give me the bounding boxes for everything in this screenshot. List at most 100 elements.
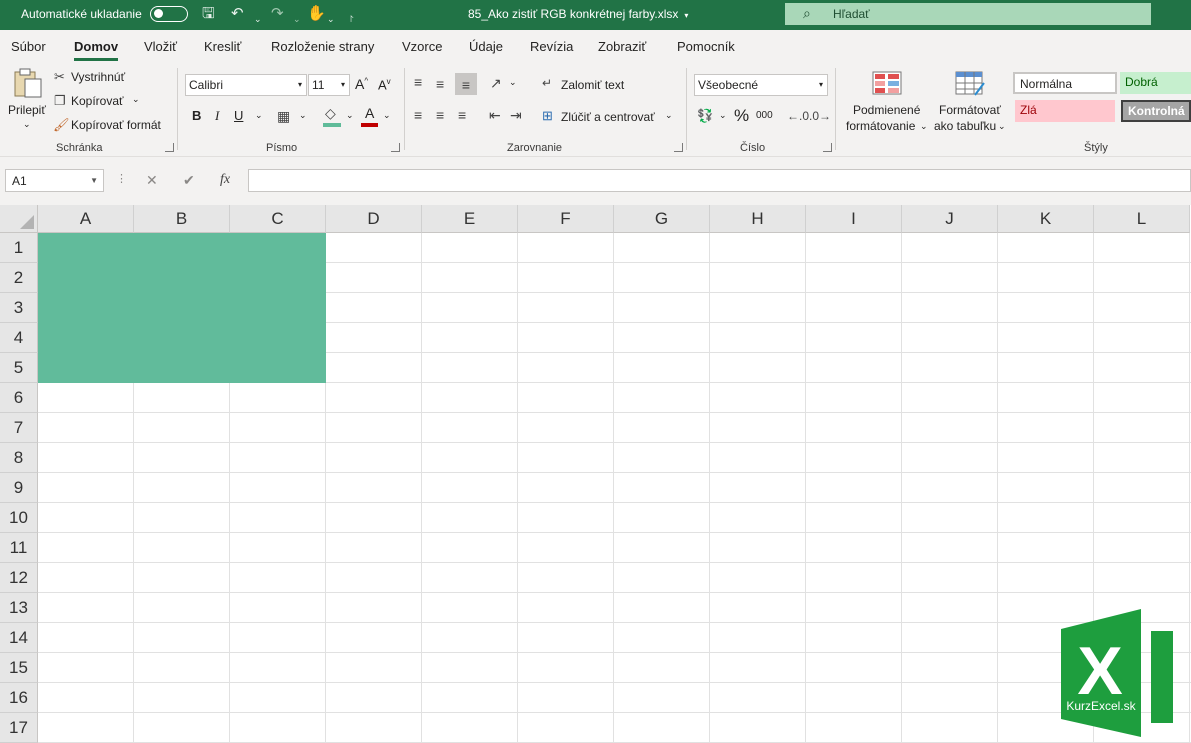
more-options-icon[interactable]: ⋮ — [116, 172, 127, 185]
tab-file[interactable]: Súbor — [11, 39, 46, 54]
thousands-button[interactable]: 000 — [756, 110, 773, 121]
align-center-icon[interactable]: ≡ — [436, 107, 444, 123]
decrease-decimal-icon[interactable]: .0→ — [809, 108, 831, 124]
row-header-14[interactable]: 14 — [0, 623, 38, 653]
font-launcher-icon[interactable] — [391, 143, 400, 152]
number-format-select[interactable]: Všeobecné ▾ — [694, 74, 828, 96]
tab-page-layout[interactable]: Rozloženie strany — [271, 39, 374, 54]
row-header-9[interactable]: 9 — [0, 473, 38, 503]
column-header-k[interactable]: K — [998, 205, 1094, 233]
style-bad[interactable]: Zlá — [1015, 100, 1115, 122]
row-header-11[interactable]: 11 — [0, 533, 38, 563]
tab-review[interactable]: Revízia — [530, 39, 573, 54]
increase-font-icon[interactable]: A^ — [355, 76, 368, 92]
row-header-1[interactable]: 1 — [0, 233, 38, 263]
decrease-font-icon[interactable]: Av — [378, 77, 391, 92]
row-header-3[interactable]: 3 — [0, 293, 38, 323]
tab-formulas[interactable]: Vzorce — [402, 39, 442, 54]
column-header-a[interactable]: A — [38, 205, 134, 233]
merge-center-button[interactable]: Zlúčiť a centrovať — [561, 110, 655, 124]
touch-mode-icon[interactable]: ✋ — [307, 4, 326, 24]
style-normal[interactable]: Normálna — [1013, 72, 1117, 94]
row-header-13[interactable]: 13 — [0, 593, 38, 623]
merge-dropdown-icon[interactable]: ⌄ — [665, 110, 673, 121]
font-name-select[interactable]: Calibri ▾ — [185, 74, 307, 96]
font-color-dropdown-icon[interactable]: ⌄ — [383, 110, 391, 121]
row-header-7[interactable]: 7 — [0, 413, 38, 443]
wrap-text-button[interactable]: Zalomiť text — [561, 78, 624, 92]
underline-dropdown-icon[interactable]: ⌄ — [255, 110, 263, 121]
save-icon[interactable]: 🖫 — [202, 4, 215, 24]
number-launcher-icon[interactable] — [823, 143, 832, 152]
row-header-8[interactable]: 8 — [0, 443, 38, 473]
document-title[interactable]: 85_Ako zistiť RGB konkrétnej farby.xlsx ▾ — [468, 7, 688, 21]
tab-draw[interactable]: Kresliť — [204, 39, 241, 54]
font-color-button[interactable]: A — [361, 105, 379, 127]
row-header-4[interactable]: 4 — [0, 323, 38, 353]
customize-toolbar-icon[interactable]: ⨡ — [350, 9, 354, 29]
formula-input[interactable] — [248, 169, 1191, 192]
cancel-icon[interactable]: ✕ — [146, 172, 158, 189]
align-bottom-icon[interactable]: ≡ — [455, 73, 477, 95]
orientation-dropdown-icon[interactable]: ⌄ — [509, 77, 517, 88]
align-right-icon[interactable]: ≡ — [458, 107, 466, 123]
tab-view[interactable]: Zobraziť — [598, 39, 646, 54]
decrease-indent-icon[interactable]: ⇤ — [489, 107, 501, 123]
italic-button[interactable]: I — [215, 108, 219, 124]
search-box[interactable]: ⌕ Hľadať — [785, 3, 1151, 25]
bold-button[interactable]: B — [192, 108, 201, 123]
underline-button[interactable]: U — [234, 108, 243, 123]
copy-dropdown-icon[interactable]: ⌄ — [132, 94, 140, 105]
redo-icon[interactable]: ↷ — [271, 4, 284, 24]
borders-icon[interactable]: ▦ — [277, 108, 290, 124]
name-box[interactable]: A1 ▼ — [5, 169, 104, 192]
column-header-g[interactable]: G — [614, 205, 710, 233]
autosave-toggle[interactable] — [150, 6, 188, 22]
align-middle-icon[interactable]: ≡ — [436, 76, 444, 92]
row-header-15[interactable]: 15 — [0, 653, 38, 683]
column-header-d[interactable]: D — [326, 205, 422, 233]
tab-data[interactable]: Údaje — [469, 39, 503, 54]
column-header-i[interactable]: I — [806, 205, 902, 233]
touch-dropdown-icon[interactable]: ⌄ — [327, 9, 335, 29]
enter-icon[interactable]: ✔ — [183, 172, 195, 189]
align-top-icon[interactable]: ≡ — [414, 74, 422, 90]
fill-color-dropdown-icon[interactable]: ⌄ — [346, 110, 354, 121]
column-header-e[interactable]: E — [422, 205, 518, 233]
tab-home[interactable]: Domov — [74, 39, 119, 61]
row-header-12[interactable]: 12 — [0, 563, 38, 593]
redo-dropdown-icon[interactable]: ⌄ — [293, 9, 301, 29]
align-left-icon[interactable]: ≡ — [414, 107, 422, 123]
copy-button[interactable]: Kopírovať — [71, 94, 124, 108]
tab-help[interactable]: Pomocník — [677, 39, 735, 54]
style-good[interactable]: Dobrá — [1120, 72, 1191, 94]
row-header-17[interactable]: 17 — [0, 713, 38, 743]
row-header-10[interactable]: 10 — [0, 503, 38, 533]
column-header-f[interactable]: F — [518, 205, 614, 233]
undo-icon[interactable]: ↶ — [231, 4, 244, 24]
borders-dropdown-icon[interactable]: ⌄ — [299, 110, 307, 121]
column-header-b[interactable]: B — [134, 205, 230, 233]
row-header-5[interactable]: 5 — [0, 353, 38, 383]
style-check[interactable]: Kontrolná — [1121, 100, 1191, 122]
alignment-launcher-icon[interactable] — [674, 143, 683, 152]
clipboard-launcher-icon[interactable] — [165, 143, 174, 152]
column-header-l[interactable]: L — [1094, 205, 1190, 233]
column-header-c[interactable]: C — [230, 205, 326, 233]
row-header-6[interactable]: 6 — [0, 383, 38, 413]
accounting-dropdown-icon[interactable]: ⌄ — [719, 110, 727, 121]
increase-indent-icon[interactable]: ⇥ — [510, 107, 522, 123]
fill-color-button[interactable]: ◇ — [323, 105, 343, 127]
undo-dropdown-icon[interactable]: ⌄ — [254, 9, 262, 29]
tab-insert[interactable]: Vložiť — [144, 39, 177, 54]
increase-decimal-icon[interactable]: ←.0 — [787, 108, 809, 124]
format-painter-button[interactable]: Kopírovať formát — [71, 118, 161, 132]
row-header-2[interactable]: 2 — [0, 263, 38, 293]
filled-range-a1-c5[interactable] — [38, 233, 326, 383]
column-header-h[interactable]: H — [710, 205, 806, 233]
cut-button[interactable]: Vystrihnúť — [71, 70, 125, 84]
select-all-button[interactable] — [0, 205, 38, 233]
orientation-icon[interactable]: ↗ — [490, 75, 502, 91]
insert-function-icon[interactable]: fx — [220, 172, 230, 188]
accounting-format-icon[interactable]: 💱 — [697, 108, 713, 124]
